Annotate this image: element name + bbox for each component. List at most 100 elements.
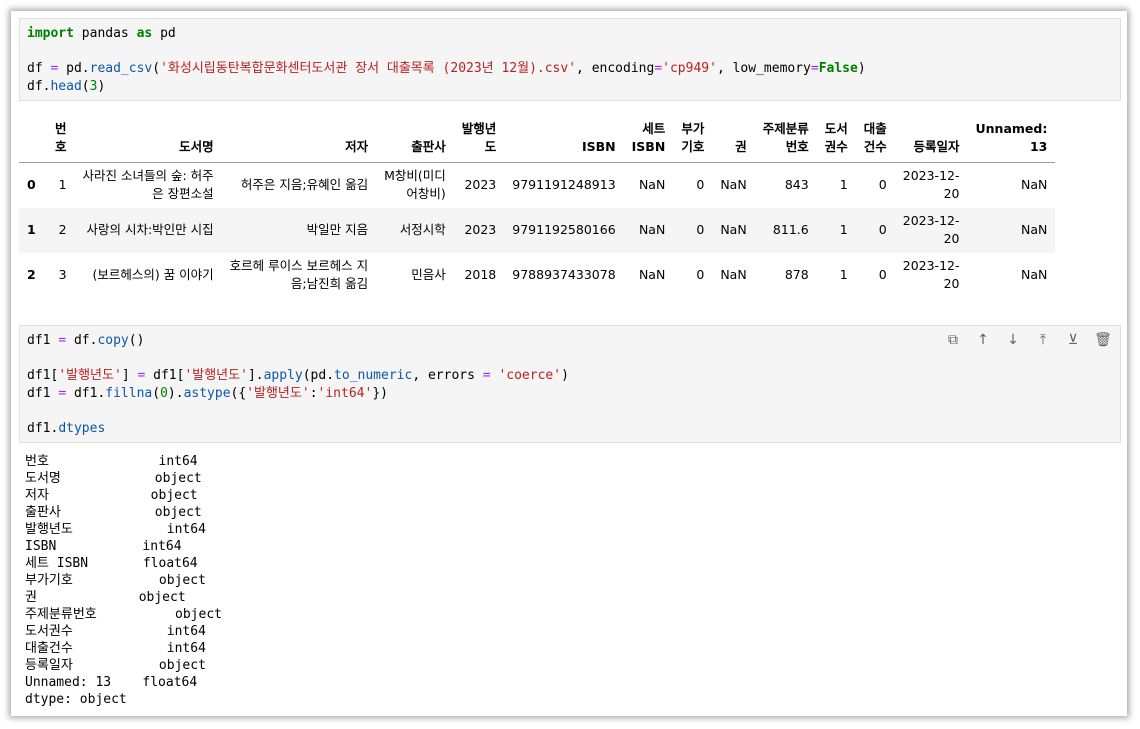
code-text: ( — [81, 78, 90, 94]
table-cell: 0 — [696, 222, 705, 237]
code-text: ) — [561, 368, 569, 383]
table-cell: 0 — [696, 267, 705, 282]
table-cell: 1 — [839, 177, 848, 193]
table-cell: 9791192580166 — [512, 222, 616, 237]
arrow-up-icon[interactable]: ↑ — [974, 331, 992, 349]
operator: = — [810, 61, 819, 76]
function-name: dtypes — [58, 420, 106, 436]
table-cell: 사랑의 시차:박인만 시집 — [86, 222, 214, 237]
code-text: ) — [857, 61, 866, 76]
code-text: ( — [152, 385, 161, 401]
string-literal: 'cp949' — [662, 61, 717, 76]
column-header: 저자 — [221, 108, 377, 163]
column-header: 대출 건수 — [855, 108, 895, 163]
cell-toolbar: ⧉ ↑ ↓ ⤒ ⊻ 🗑 — [944, 331, 1112, 349]
function-name: read_csv — [89, 61, 153, 76]
insert-above-icon[interactable]: ⤒ — [1034, 331, 1052, 349]
number-literal: 0 — [160, 385, 168, 401]
code-text: ({ — [230, 385, 247, 401]
table-cell: 호르헤 루이스 보르헤스 지 음;남진희 옮김 — [229, 258, 369, 291]
table-cell: 0 — [696, 177, 705, 193]
table-cell: 2023-12- 20 — [902, 213, 960, 246]
table-cell: 1 — [58, 177, 67, 193]
table-cell: NaN — [1020, 267, 1048, 282]
code-cell-2[interactable]: ⧉ ↑ ↓ ⤒ ⊻ 🗑 df1 = df.copy() df1['발행년도'] … — [19, 325, 1121, 443]
notebook-frame: import pandas as pd df = pd.read_csv('화성… — [11, 11, 1127, 716]
function-name: fillna — [105, 385, 153, 401]
table-cell: M창비(미디 어창비) — [384, 168, 446, 202]
table-header-row: 번 호 도서명 저자 출판사 발행년 도 ISBN 세트 ISBN 부가 기호 권 주제분류 번호… — [19, 108, 1056, 163]
string-literal: '발행년도' — [184, 368, 248, 383]
string-literal: '발행년도' — [58, 368, 122, 383]
string-literal: '발행년도' — [246, 385, 310, 401]
code-text: ). — [167, 385, 184, 401]
code-text: df — [27, 61, 51, 76]
column-header: 출판사 — [376, 108, 454, 163]
code-text: df1[ — [27, 368, 59, 383]
string-literal: '화성시립동탄복합문화센터도서관 장서 대출목록 (2023년 12월).csv… — [160, 61, 577, 76]
table-cell: 1 — [839, 267, 848, 282]
index-header — [19, 108, 47, 163]
function-name: to_numeric — [334, 368, 413, 383]
table-cell: 2023-12- 20 — [902, 258, 960, 291]
column-header: 주제분류 번호 — [754, 108, 817, 163]
table-cell: 843 — [784, 177, 809, 193]
table-cell: NaN — [1020, 177, 1048, 193]
row-index: 0 — [27, 177, 36, 193]
table-cell: NaN — [720, 222, 747, 237]
code-text: ]. — [247, 368, 264, 383]
code-text: df1 — [27, 333, 59, 348]
duplicate-icon[interactable]: ⧉ — [944, 331, 962, 349]
table-cell: NaN — [638, 222, 666, 237]
table-cell: 0 — [878, 267, 887, 282]
column-header: 도서 권수 — [816, 108, 856, 163]
table-cell: 0 — [878, 222, 887, 237]
table-cell: 1 — [839, 222, 848, 237]
table-row: 1 2 사랑의 시차:박인만 시집 박일만 지음 서정시학 2023 97911925801… — [19, 207, 1056, 253]
table-cell: 2018 — [464, 267, 497, 282]
keyword: as — [136, 26, 153, 41]
function-name: copy — [97, 333, 129, 348]
trash-icon[interactable]: 🗑 — [1094, 331, 1112, 349]
string-literal: 'coerce' — [498, 368, 562, 383]
column-header: Unnamed: 13 — [967, 108, 1056, 163]
code-text: ( — [152, 61, 161, 76]
row-index: 1 — [27, 222, 36, 237]
column-header: 등록일자 — [894, 108, 968, 163]
code-cell-1[interactable]: import pandas as pd df = pd.read_csv('화성… — [19, 18, 1121, 101]
table-cell: 2023 — [464, 222, 497, 237]
code-text: df. — [27, 78, 51, 94]
function-name: head — [50, 78, 82, 94]
table-cell: 허주은 지음;유혜인 옮김 — [240, 177, 369, 193]
code-text: pandas — [73, 26, 137, 41]
table-cell: 9788937433078 — [512, 267, 616, 282]
insert-below-icon[interactable]: ⊻ — [1064, 331, 1082, 349]
code-text: df. — [66, 333, 98, 348]
code-text: ] — [121, 368, 138, 383]
table-cell: NaN — [720, 267, 747, 282]
code-editor-1[interactable]: import pandas as pd df = pd.read_csv('화성… — [20, 19, 1120, 101]
column-header: 발행년 도 — [453, 108, 505, 163]
table-cell: 사라진 소녀들의 숲: 허주 은 장편소설 — [82, 168, 214, 202]
code-text: ) — [97, 78, 106, 94]
code-text: df1 — [27, 385, 59, 401]
code-text: }) — [372, 385, 388, 401]
string-literal: 'int64' — [317, 385, 373, 401]
table-cell: 2023-12- 20 — [902, 168, 960, 202]
arrow-down-icon[interactable]: ↓ — [1004, 331, 1022, 349]
operator: = — [482, 368, 491, 383]
table-row: 0 1 사라진 소녀들의 숲: 허주 은 장편소설 허주은 지음;유혜인 옮김 M창비(… — [19, 163, 1055, 208]
table-cell: 민음사 — [411, 267, 446, 282]
dtypes-output: 번호 int64 도서명 object 저자 object 출판사 object… — [25, 454, 222, 707]
column-header: ISBN — [504, 108, 624, 163]
code-text: (pd. — [302, 368, 335, 383]
code-text: pd. — [58, 61, 90, 76]
table-cell: 878 — [784, 267, 809, 282]
table-cell: (보르헤스의) 꿈 이야기 — [92, 267, 214, 282]
keyword: import — [27, 26, 74, 41]
operator: = — [58, 333, 67, 348]
table-row: 2 3 (보르헤스의) 꿈 이야기 호르헤 루이스 보르헤스 지 음;남진희 옮김 민음… — [19, 253, 1055, 298]
code-text: df1. — [27, 420, 59, 436]
table-cell: NaN — [638, 267, 666, 282]
table-cell: 박일만 지음 — [306, 222, 369, 237]
